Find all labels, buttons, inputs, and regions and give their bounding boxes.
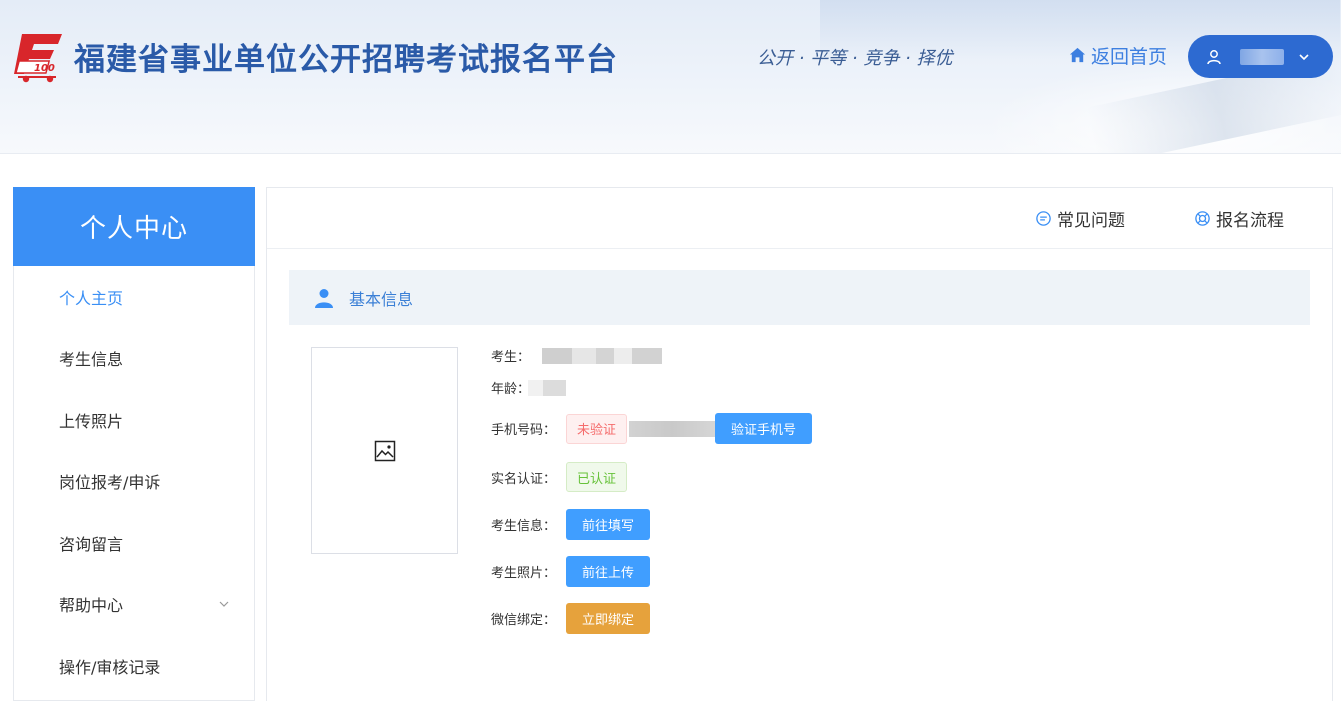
logo-text: 100: [34, 63, 55, 74]
chat-bubble-icon: [1036, 211, 1051, 226]
sidebar-item-consult[interactable]: 咨询留言: [14, 512, 254, 574]
logo-icon[interactable]: 100: [12, 28, 68, 84]
slogan: 公开 · 平等 · 竞争 · 择优: [757, 48, 953, 69]
sidebar-item-label: 考生信息: [59, 350, 124, 370]
realname-status-badge: 已认证: [566, 462, 628, 492]
process-link-label: 报名流程: [1216, 211, 1284, 231]
section-title: 基本信息: [349, 289, 414, 309]
sidebar-item-label: 操作/审核记录: [59, 657, 161, 677]
wechat-row: 微信绑定： 立即绑定: [491, 603, 651, 634]
verify-phone-button[interactable]: 验证手机号: [715, 413, 813, 444]
candidate-label: 考生：: [491, 350, 531, 365]
sidebar-item-home[interactable]: 个人主页: [14, 266, 254, 328]
sidebar-item-apply-appeal[interactable]: 岗位报考/申诉: [14, 451, 254, 513]
realname-label: 实名认证：: [491, 471, 557, 487]
sidebar-item-candidate-info[interactable]: 考生信息: [14, 328, 254, 390]
home-icon: [1069, 47, 1086, 63]
user-menu-button[interactable]: [1188, 35, 1333, 78]
sidebar-item-help-center[interactable]: 帮助中心: [14, 574, 254, 636]
bind-wechat-button[interactable]: 立即绑定: [566, 603, 651, 634]
person-icon: [315, 288, 333, 308]
candidate-name-redacted: [542, 347, 663, 364]
sidebar-item-label: 上传照片: [59, 411, 124, 431]
lifebuoy-icon: [1195, 211, 1210, 226]
faq-link[interactable]: 常见问题: [1035, 206, 1125, 231]
sidebar-item-label: 帮助中心: [59, 596, 124, 616]
header: 100 福建省事业单位公开招聘考试报名平台 公开 · 平等 · 竞争 · 择优 …: [0, 0, 1341, 154]
sidebar: 个人中心 个人主页 考生信息 上传照片 岗位报考/申诉 咨询留言 帮助中心 操作…: [13, 187, 255, 701]
chevron-down-icon: [219, 601, 229, 607]
fill-candidate-info-button[interactable]: 前往填写: [566, 509, 651, 540]
sidebar-item-label: 咨询留言: [59, 534, 124, 554]
sidebar-item-label: 个人主页: [59, 288, 124, 308]
phone-number-redacted: [629, 420, 716, 437]
main-topbar: 常见问题 报名流程: [267, 188, 1332, 249]
chevron-down-icon: [1299, 53, 1309, 60]
photo-row: 考生照片： 前往上传: [491, 556, 651, 587]
sidebar-item-records[interactable]: 操作/审核记录: [14, 635, 254, 697]
realname-row: 实名认证： 已认证: [491, 462, 628, 492]
home-link[interactable]: 返回首页: [1068, 42, 1167, 69]
username-redacted: [1240, 48, 1284, 65]
process-link[interactable]: 报名流程: [1194, 206, 1284, 231]
sidebar-title: 个人中心: [13, 187, 255, 266]
phone-label: 手机号码：: [491, 423, 557, 438]
wechat-label: 微信绑定：: [491, 613, 557, 628]
photo-label: 考生照片：: [491, 566, 557, 581]
basic-info-section-header: 基本信息: [289, 270, 1310, 325]
photo-placeholder: [311, 347, 458, 554]
home-link-label: 返回首页: [1091, 46, 1168, 68]
faq-link-label: 常见问题: [1057, 211, 1125, 231]
candidate-row: 考生：: [491, 346, 663, 365]
phone-row: 手机号码： 未验证 验证手机号: [491, 413, 813, 444]
candidate-info-row: 考生信息： 前往填写: [491, 509, 651, 540]
site-title: 福建省事业单位公开招聘考试报名平台: [74, 42, 618, 78]
main-panel: 常见问题 报名流程 基本信息 考生： 年龄： 手机号码： 未验证 验证手机号 实…: [266, 187, 1333, 701]
upload-photo-button[interactable]: 前往上传: [566, 556, 651, 587]
candidate-info-label: 考生信息：: [491, 519, 557, 534]
user-icon: [1207, 49, 1221, 64]
age-value-redacted: [528, 379, 567, 396]
phone-status-badge: 未验证: [566, 413, 628, 444]
sidebar-item-upload-photo[interactable]: 上传照片: [14, 389, 254, 451]
age-label: 年龄：: [491, 382, 531, 397]
age-row: 年龄：: [491, 378, 567, 397]
image-placeholder-icon: [374, 440, 395, 461]
sidebar-item-label: 岗位报考/申诉: [59, 473, 161, 493]
